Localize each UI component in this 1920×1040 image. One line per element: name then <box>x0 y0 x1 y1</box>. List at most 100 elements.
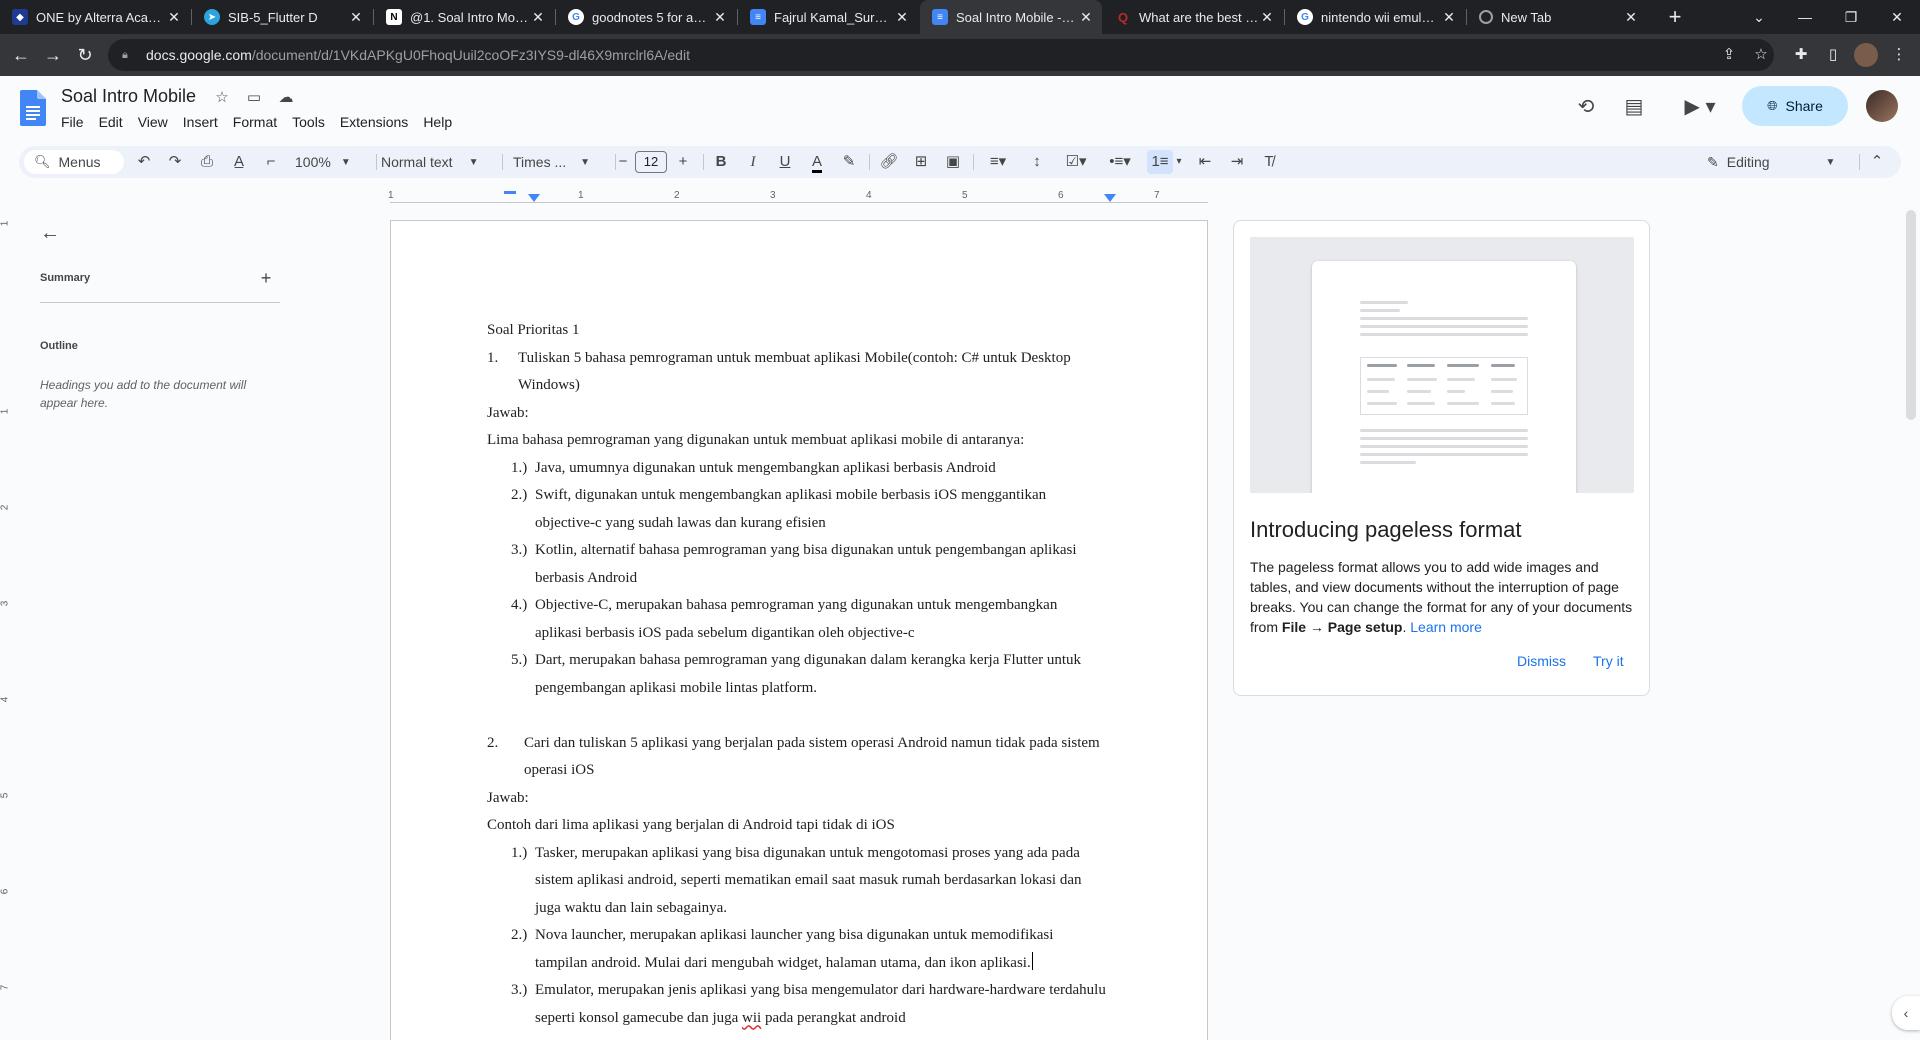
redo-icon[interactable]: ↷ <box>163 150 187 174</box>
add-comment-icon[interactable]: ⊞ <box>909 150 933 174</box>
document-title[interactable]: Soal Intro Mobile <box>61 86 196 107</box>
menu-extensions[interactable]: Extensions <box>340 114 408 130</box>
try-it-button[interactable]: Try it <box>1593 653 1624 669</box>
account-avatar[interactable] <box>1866 90 1898 122</box>
docs-header: Soal Intro Mobile ☆ ▭ ☁ File Edit View I… <box>0 76 1920 142</box>
text-color-icon[interactable]: A <box>805 150 829 174</box>
browser-tab-active[interactable]: ≡ Soal Intro Mobile - Go ✕ <box>920 0 1102 34</box>
answer-intro: Contoh dari lima aplikasi yang berjalan … <box>487 817 895 833</box>
add-summary-button[interactable]: + <box>254 266 278 290</box>
italic-icon[interactable]: I <box>741 150 765 174</box>
decrease-indent-icon[interactable]: ⇤ <box>1193 150 1217 174</box>
close-tab-icon[interactable]: ✕ <box>1623 9 1639 26</box>
first-line-indent-marker[interactable] <box>504 191 516 194</box>
clear-formatting-icon[interactable]: T̸ <box>1257 150 1281 174</box>
bookmark-star-icon[interactable]: ☆ <box>1748 42 1774 68</box>
zoom-select[interactable]: 100% ▼ <box>295 146 365 178</box>
paint-format-icon[interactable]: ⌐ <box>259 150 283 174</box>
right-indent-marker[interactable] <box>1104 194 1116 202</box>
close-tab-icon[interactable]: ✕ <box>166 9 182 26</box>
close-tab-icon[interactable]: ✕ <box>712 9 728 26</box>
menu-format[interactable]: Format <box>233 114 277 130</box>
browser-tab[interactable]: G nintendo wii emulator ✕ <box>1285 0 1465 34</box>
font-family-select[interactable]: Times ... ▼ <box>513 146 609 178</box>
browser-menu-icon[interactable]: ⋮ <box>1886 42 1912 68</box>
increase-font-size-icon[interactable]: + <box>671 150 695 174</box>
restore-icon[interactable]: ❐ <box>1828 0 1874 34</box>
spellcheck-icon[interactable]: A̲ <box>227 150 251 174</box>
cloud-status-icon[interactable]: ☁ <box>276 88 296 108</box>
align-icon[interactable]: ≡▾ <box>981 150 1015 174</box>
tab-search-icon[interactable]: ⌄ <box>1736 0 1782 34</box>
close-tab-icon[interactable]: ✕ <box>1441 9 1457 26</box>
paragraph-style-select[interactable]: Normal text ▼ <box>381 146 491 178</box>
undo-icon[interactable]: ↶ <box>132 150 156 174</box>
ruler-number: 6 <box>1058 190 1064 201</box>
print-icon[interactable]: ⎙ <box>195 150 219 174</box>
meet-video-icon[interactable]: ▶︎ ▾ <box>1676 93 1724 121</box>
left-indent-marker[interactable] <box>528 194 540 202</box>
highlight-color-icon[interactable]: ✎ <box>837 150 861 174</box>
menus-search-button[interactable]: 🔍︎ Menus <box>24 150 124 174</box>
share-button[interactable]: 🌐︎ Share <box>1742 86 1848 126</box>
menu-view[interactable]: View <box>138 114 168 130</box>
side-panel-toggle-icon[interactable]: ‹ <box>1892 996 1920 1030</box>
browser-tab[interactable]: G goodnotes 5 for android ✕ <box>556 0 736 34</box>
document-body[interactable]: Soal Prioritas 1 1. Tuliskan 5 bahasa pe… <box>487 317 1107 1032</box>
browser-tab[interactable]: N @1. Soal Intro Mobile ✕ <box>374 0 554 34</box>
bold-icon[interactable]: B <box>709 150 733 174</box>
browser-tab[interactable]: ◆ ONE by Alterra Academy ✕ <box>0 0 190 34</box>
increase-indent-icon[interactable]: ⇥ <box>1225 150 1249 174</box>
underline-icon[interactable]: U <box>773 150 797 174</box>
google-docs-logo-icon[interactable] <box>20 90 46 126</box>
insert-link-icon[interactable]: 🔗︎ <box>877 150 901 174</box>
checklist-icon[interactable]: ☑▾ <box>1059 150 1093 174</box>
menu-help[interactable]: Help <box>423 114 452 130</box>
reload-icon[interactable]: ↻ <box>72 42 98 68</box>
browser-profile-avatar[interactable] <box>1854 43 1878 67</box>
font-size-input[interactable]: 12 <box>635 151 667 173</box>
collapse-toolbar-icon[interactable]: ⌃ <box>1865 150 1889 174</box>
close-window-icon[interactable]: ✕ <box>1874 0 1920 34</box>
editing-mode-select[interactable]: ✎ Editing ▼ <box>1707 146 1835 178</box>
close-tab-icon[interactable]: ✕ <box>1259 9 1275 26</box>
version-history-icon[interactable]: ⟲ <box>1572 93 1600 121</box>
move-folder-icon[interactable]: ▭ <box>244 88 264 108</box>
extensions-icon[interactable]: ✚ <box>1788 42 1814 68</box>
back-icon[interactable]: ← <box>8 42 34 68</box>
side-panel-icon[interactable]: ▯ <box>1820 42 1846 68</box>
close-outline-arrow-icon[interactable]: ← <box>40 222 64 246</box>
vertical-scrollbar[interactable] <box>1906 210 1916 420</box>
horizontal-ruler[interactable]: 1 1 2 3 4 5 6 7 <box>388 190 1208 204</box>
numbered-list-menu-icon[interactable]: ▾ <box>1173 150 1185 174</box>
numbered-list-icon[interactable]: 1≡ <box>1147 150 1173 174</box>
decrease-font-size-icon[interactable]: − <box>611 150 635 174</box>
document-page[interactable]: Soal Prioritas 1 1. Tuliskan 5 bahasa pe… <box>390 220 1208 1040</box>
browser-tab[interactable]: ➤ SIB-5_Flutter D ✕ <box>192 0 372 34</box>
minimize-icon[interactable]: — <box>1782 0 1828 34</box>
menu-file[interactable]: File <box>61 114 84 130</box>
close-tab-icon[interactable]: ✕ <box>894 9 910 26</box>
menu-insert[interactable]: Insert <box>183 114 218 130</box>
menu-edit[interactable]: Edit <box>99 114 123 130</box>
menu-tools[interactable]: Tools <box>292 114 325 130</box>
comments-icon[interactable]: ▤ <box>1620 93 1648 121</box>
dismiss-button[interactable]: Dismiss <box>1517 653 1566 669</box>
new-tab-button[interactable]: + <box>1662 4 1688 30</box>
forward-icon[interactable]: → <box>40 42 66 68</box>
bulleted-list-icon[interactable]: •≡▾ <box>1103 150 1137 174</box>
spelling-error[interactable]: wii <box>742 1010 761 1026</box>
close-tab-icon[interactable]: ✕ <box>348 9 364 26</box>
line-spacing-icon[interactable]: ↕ <box>1025 150 1049 174</box>
address-bar[interactable]: 🔒︎ docs.google.com/document/d/1VKdAPKgU0… <box>108 39 1774 71</box>
browser-tab[interactable]: Q What are the best app ✕ <box>1103 0 1283 34</box>
insert-image-icon[interactable]: ▣ <box>941 150 965 174</box>
close-tab-icon[interactable]: ✕ <box>530 9 546 26</box>
learn-more-link[interactable]: Learn more <box>1410 619 1482 635</box>
browser-tab[interactable]: New Tab ✕ <box>1467 0 1647 34</box>
lock-icon[interactable]: 🔒︎ <box>122 49 134 61</box>
browser-tab[interactable]: ≡ Fajrul Kamal_Surat Ko ✕ <box>738 0 918 34</box>
share-page-icon[interactable]: ⇪ <box>1716 42 1742 68</box>
star-icon[interactable]: ☆ <box>212 88 232 108</box>
close-tab-icon[interactable]: ✕ <box>1078 9 1094 26</box>
